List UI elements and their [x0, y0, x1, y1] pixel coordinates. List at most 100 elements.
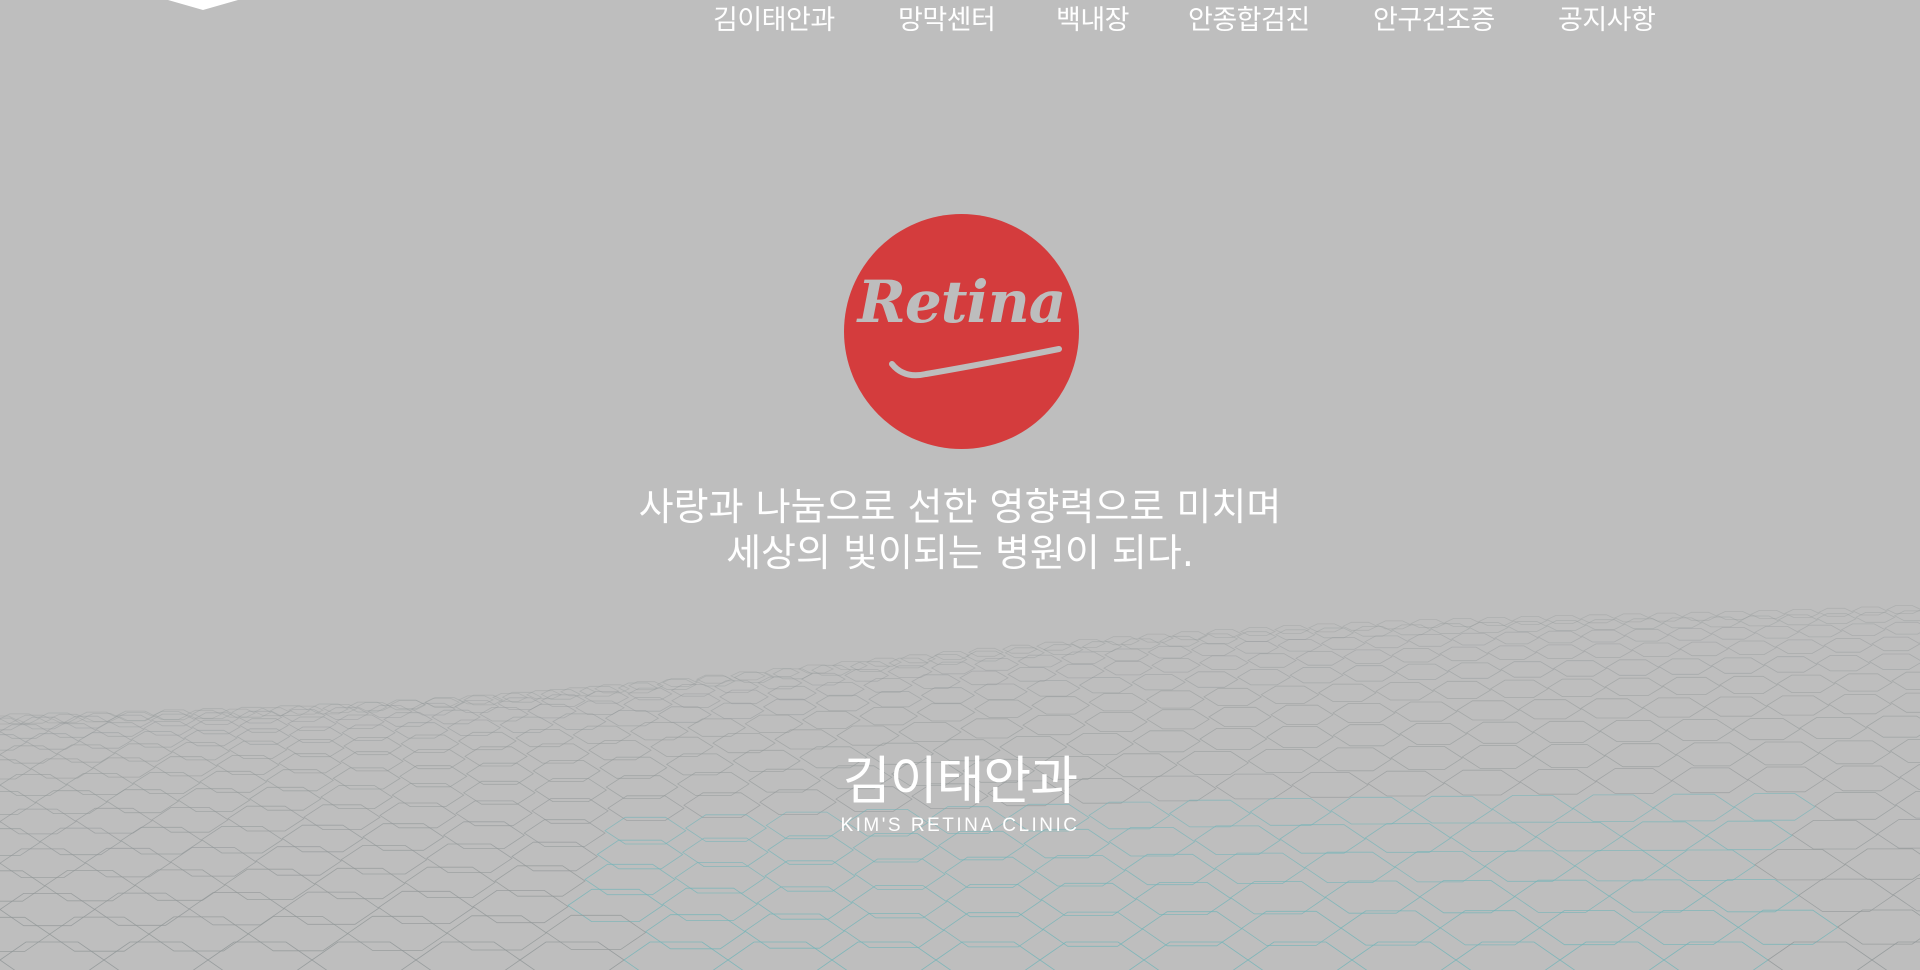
mesh-hexagon [0, 808, 77, 835]
mesh-hexagon [1391, 624, 1432, 636]
mesh-hexagon [0, 734, 28, 751]
mesh-hexagon [1084, 711, 1148, 733]
tagline-line-1: 사랑과 나눔으로 선한 영향력으로 미치며 [638, 485, 1282, 529]
clinic-name-korean: 김이태안과 [842, 752, 1078, 812]
mesh-hexagon [311, 941, 417, 970]
mesh-hexagon [684, 814, 768, 842]
mesh-hexagon [1487, 645, 1537, 660]
mesh-hexagon [1763, 656, 1818, 673]
mesh-hexagon [1399, 722, 1468, 745]
mesh-hexagon [1547, 678, 1607, 697]
mesh-hexagon [1682, 611, 1718, 621]
mesh-hexagon [916, 703, 976, 722]
mesh-hexagon [1439, 646, 1489, 662]
mesh-hexagon [1737, 909, 1839, 945]
mesh-hexagon [1892, 878, 1920, 912]
mesh-hexagon [1168, 799, 1252, 828]
mesh-hexagon [1844, 848, 1920, 880]
nav-item-eye-checkup[interactable]: 안종합검진 [1188, 4, 1310, 38]
mesh-hexagon [335, 714, 385, 730]
mesh-hexagon [0, 791, 37, 815]
mesh-hexagon [1324, 880, 1421, 914]
mesh-hexagon [1340, 910, 1442, 946]
mesh-hexagon [1494, 631, 1540, 645]
mesh-hexagon [454, 700, 500, 713]
mesh-hexagon [1823, 638, 1873, 653]
mesh-hexagon [801, 710, 861, 730]
mesh-hexagon [188, 892, 285, 926]
mesh-hexagon [44, 869, 136, 902]
mesh-hexagon [1031, 696, 1091, 715]
mesh-hexagon [868, 691, 923, 708]
mesh-hexagon [1767, 941, 1873, 970]
mesh-hexagon [1518, 699, 1582, 720]
mesh-hexagon [1410, 795, 1494, 824]
page: 김이태안과 망막센터 백내장 안종합검진 안구건조증 공지사항 Retina 사… [0, 0, 1920, 970]
mesh-hexagon [130, 731, 186, 748]
mesh-hexagon [1240, 910, 1342, 946]
mesh-hexagon [1766, 695, 1830, 716]
mesh-hexagon [898, 721, 962, 743]
mesh-hexagon [1710, 627, 1756, 640]
mesh-hexagon [394, 722, 449, 739]
mesh-hexagon [1665, 719, 1735, 742]
nav-item-dry-eye[interactable]: 안구건조증 [1373, 4, 1495, 38]
mesh-hexagon [0, 724, 49, 739]
mesh-hexagon [1120, 638, 1161, 650]
mesh-hexagon [1532, 720, 1601, 743]
mesh-hexagon [1814, 792, 1897, 820]
mesh-hexagon [1580, 614, 1616, 624]
nav-item-cataract[interactable]: 백내장 [1056, 4, 1130, 38]
mesh-hexagon [1055, 663, 1105, 679]
nav-item-clinic[interactable]: 김이태안과 [713, 4, 835, 38]
mesh-hexagon [1605, 659, 1660, 676]
mesh-hexagon [1894, 791, 1920, 819]
mesh-hexagon [973, 683, 1028, 700]
mesh-hexagon [341, 724, 396, 741]
mesh-hexagon [1236, 631, 1277, 642]
mesh-hexagon [1190, 643, 1236, 656]
mesh-hexagon [1279, 824, 1367, 854]
mesh-hexagon [859, 707, 919, 726]
mesh-hexagon [1595, 768, 1673, 794]
mesh-hexagon [1193, 825, 1281, 855]
mesh-hexagon [1432, 680, 1492, 699]
mesh-hexagon [1572, 794, 1655, 822]
hero-tagline: 사랑과 나눔으로 선한 영향력으로 미치며 세상의 빛이되는 병원이 되다. [460, 484, 1460, 576]
mesh-hexagon [30, 758, 94, 779]
mesh-hexagon [283, 891, 380, 925]
mesh-hexagon [1538, 910, 1640, 946]
mesh-hexagon [665, 753, 735, 776]
mesh-hexagon [1532, 744, 1606, 768]
mesh-hexagon [1614, 613, 1650, 623]
mesh-hexagon [1367, 770, 1445, 797]
mesh-hexagon [1199, 655, 1249, 670]
mesh-hexagon [1343, 649, 1393, 664]
mesh-hexagon [1330, 796, 1413, 825]
mesh-hexagon [0, 745, 59, 764]
mesh-hexagon [935, 941, 1041, 970]
mesh-hexagon [1034, 855, 1126, 887]
mesh-hexagon [346, 915, 448, 951]
mesh-hexagon [676, 772, 750, 796]
mesh-hexagon [1876, 819, 1920, 849]
mesh-hexagon [1580, 698, 1644, 719]
mesh-hexagon [93, 892, 191, 926]
mesh-hexagon [1631, 642, 1681, 657]
mesh-hexagon [1836, 909, 1920, 945]
mesh-hexagon [472, 889, 569, 924]
mesh-hexagon [1886, 605, 1920, 614]
nav-item-retina-center[interactable]: 망막센터 [898, 4, 996, 38]
mesh-hexagon [1663, 941, 1769, 970]
mesh-hexagon [644, 914, 746, 950]
mesh-hexagon [1833, 673, 1893, 692]
mesh-hexagon [1247, 941, 1353, 970]
mesh-hexagon [1583, 643, 1633, 658]
mesh-hexagon [463, 694, 504, 706]
mesh-hexagon [1512, 616, 1548, 625]
nav-item-notice[interactable]: 공지사항 [1558, 4, 1656, 38]
mesh-hexagon [1484, 850, 1576, 882]
mesh-hexagon [767, 835, 855, 865]
mesh-hexagon [1461, 745, 1535, 769]
mesh-hexagon [1584, 619, 1625, 630]
